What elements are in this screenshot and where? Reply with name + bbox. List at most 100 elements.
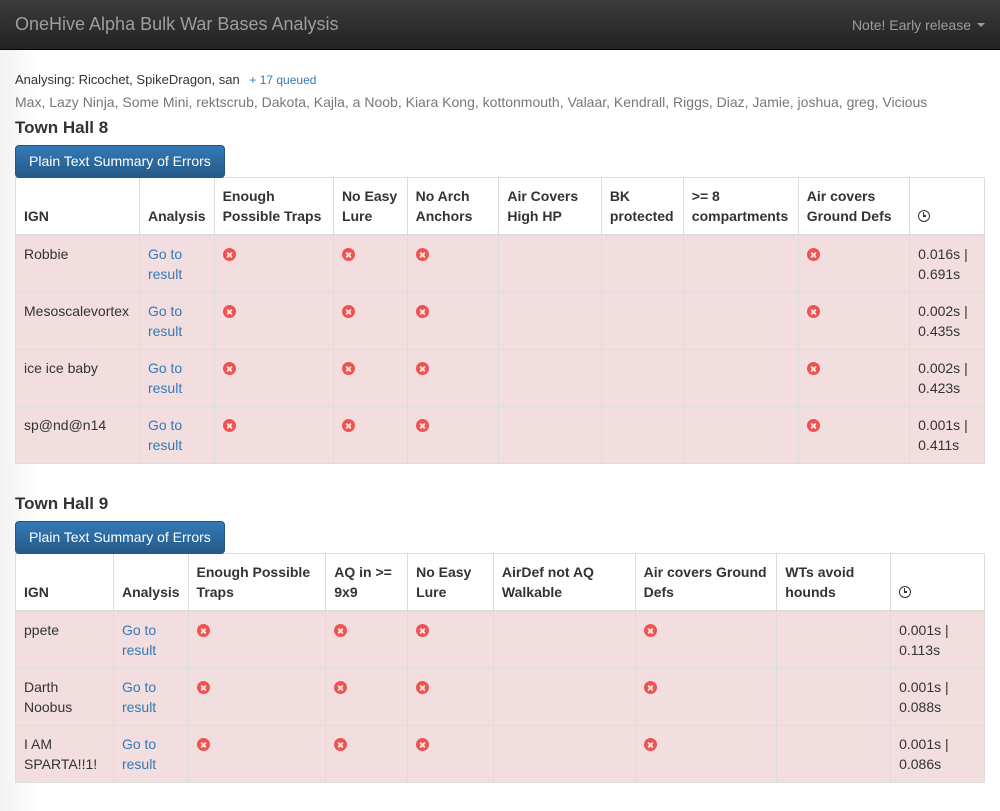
check-cell [797,349,911,407]
check-cell [797,406,911,464]
check-cell [498,292,602,350]
check-cell [332,349,408,407]
check-cell [634,610,778,669]
error-circle-icon [806,248,820,261]
analysing-status: Analysing: Ricochet, SpikeDragon, san + … [15,72,985,88]
error-circle-icon [222,419,236,432]
main-content: Analysing: Ricochet, SpikeDragon, san + … [15,50,985,783]
analysis-cell: Go to result [138,406,215,464]
error-circle-icon [341,305,355,318]
check-cell [213,349,334,407]
check-cell [600,406,684,464]
analysis-cell: Go to result [112,725,189,783]
navbar: OneHive Alpha Bulk War Bases Analysis No… [0,0,1000,50]
go-to-result-link[interactable]: Go to result [122,622,156,658]
check-cell [634,668,778,726]
ign-cell: ppete [15,610,114,669]
time-cell: 0.001s | 0.411s [909,406,985,464]
check-cell [406,349,500,407]
section-th8: Town Hall 8 Plain Text Summary of Errors… [15,117,985,464]
go-to-result-link[interactable]: Go to result [148,303,182,339]
error-circle-icon [806,419,820,432]
go-to-result-link[interactable]: Go to result [148,246,182,282]
error-circle-icon [196,738,210,751]
error-circle-icon [334,738,348,751]
time-cell: 0.001s | 0.113s [890,610,985,669]
check-cell [682,406,799,464]
clock-icon [899,586,912,598]
analysis-cell: Go to result [138,292,215,350]
column-header: Air covers Ground Defs [634,553,778,612]
error-circle-icon [341,362,355,375]
check-cell [187,725,327,783]
table-row: Darth Noobus Go to result 0.001s | 0.088s [15,668,985,726]
app-title[interactable]: OneHive Alpha Bulk War Bases Analysis [15,13,338,35]
error-circle-icon [341,419,355,432]
time-cell: 0.001s | 0.088s [890,668,985,726]
error-circle-icon [334,681,348,694]
check-cell [797,292,911,350]
analysis-cell: Go to result [138,349,215,407]
check-cell [325,668,409,726]
error-circle-icon [415,362,429,375]
check-cell [332,406,408,464]
analysing-label: Analysing: Ricochet, SpikeDragon, san [15,72,240,87]
error-circle-icon [222,305,236,318]
check-cell [407,725,494,783]
table-row: sp@nd@n14 Go to result 0.001s | 0.411s [15,406,985,464]
analysis-cell: Go to result [112,610,189,669]
error-circle-icon [196,681,210,694]
error-circle-icon [806,305,820,318]
check-cell [634,725,778,783]
summary-errors-button[interactable]: Plain Text Summary of Errors [15,521,225,554]
ign-cell: I AM SPARTA!!1! [15,725,114,783]
check-cell [213,406,334,464]
time-cell: 0.016s | 0.691s [909,234,985,293]
column-header: Air covers Ground Defs [797,177,911,236]
check-cell [406,292,500,350]
summary-errors-button[interactable]: Plain Text Summary of Errors [15,145,225,178]
check-cell [498,406,602,464]
table-header-row: IGN Analysis Enough Possible Traps AQ in… [15,553,985,612]
check-cell [498,234,602,293]
table-row: ice ice baby Go to result 0.002s | 0.423s [15,349,985,407]
ign-cell: sp@nd@n14 [15,406,140,464]
error-circle-icon [222,362,236,375]
time-cell: 0.002s | 0.423s [909,349,985,407]
queued-link[interactable]: + 17 queued [249,73,316,87]
column-header-time [909,177,985,236]
column-header: No Arch Anchors [406,177,500,236]
check-cell [776,610,892,669]
early-release-dropdown[interactable]: Note! Early release [852,15,985,35]
table-body: ppete Go to result 0.001s | 0.113s Darth No… [15,610,985,783]
column-header: No Easy Lure [407,553,494,612]
check-cell [187,610,327,669]
table-header-row: IGN Analysis Enough Possible Traps No Ea… [15,177,985,236]
error-circle-icon [643,738,657,751]
section-th9: Town Hall 9 Plain Text Summary of Errors… [15,493,985,783]
check-cell [600,349,684,407]
column-header: AQ in >= 9x9 [325,553,409,612]
error-circle-icon [415,419,429,432]
column-header-time [890,553,985,612]
check-cell [325,725,409,783]
error-circle-icon [643,681,657,694]
column-header: Analysis [112,553,189,612]
go-to-result-link[interactable]: Go to result [122,736,156,772]
column-header: Enough Possible Traps [187,553,327,612]
error-circle-icon [334,624,348,637]
go-to-result-link[interactable]: Go to result [122,679,156,715]
go-to-result-link[interactable]: Go to result [148,417,182,453]
error-circle-icon [222,248,236,261]
results-table: IGN Analysis Enough Possible Traps AQ in… [15,553,985,783]
ign-cell: Robbie [15,234,140,293]
column-header: >= 8 compartments [682,177,799,236]
check-cell [407,610,494,669]
check-cell [492,610,636,669]
table-row: ppete Go to result 0.001s | 0.113s [15,610,985,669]
check-cell [406,234,500,293]
column-header: Enough Possible Traps [213,177,334,236]
check-cell [498,349,602,407]
error-circle-icon [415,305,429,318]
go-to-result-link[interactable]: Go to result [148,360,182,396]
